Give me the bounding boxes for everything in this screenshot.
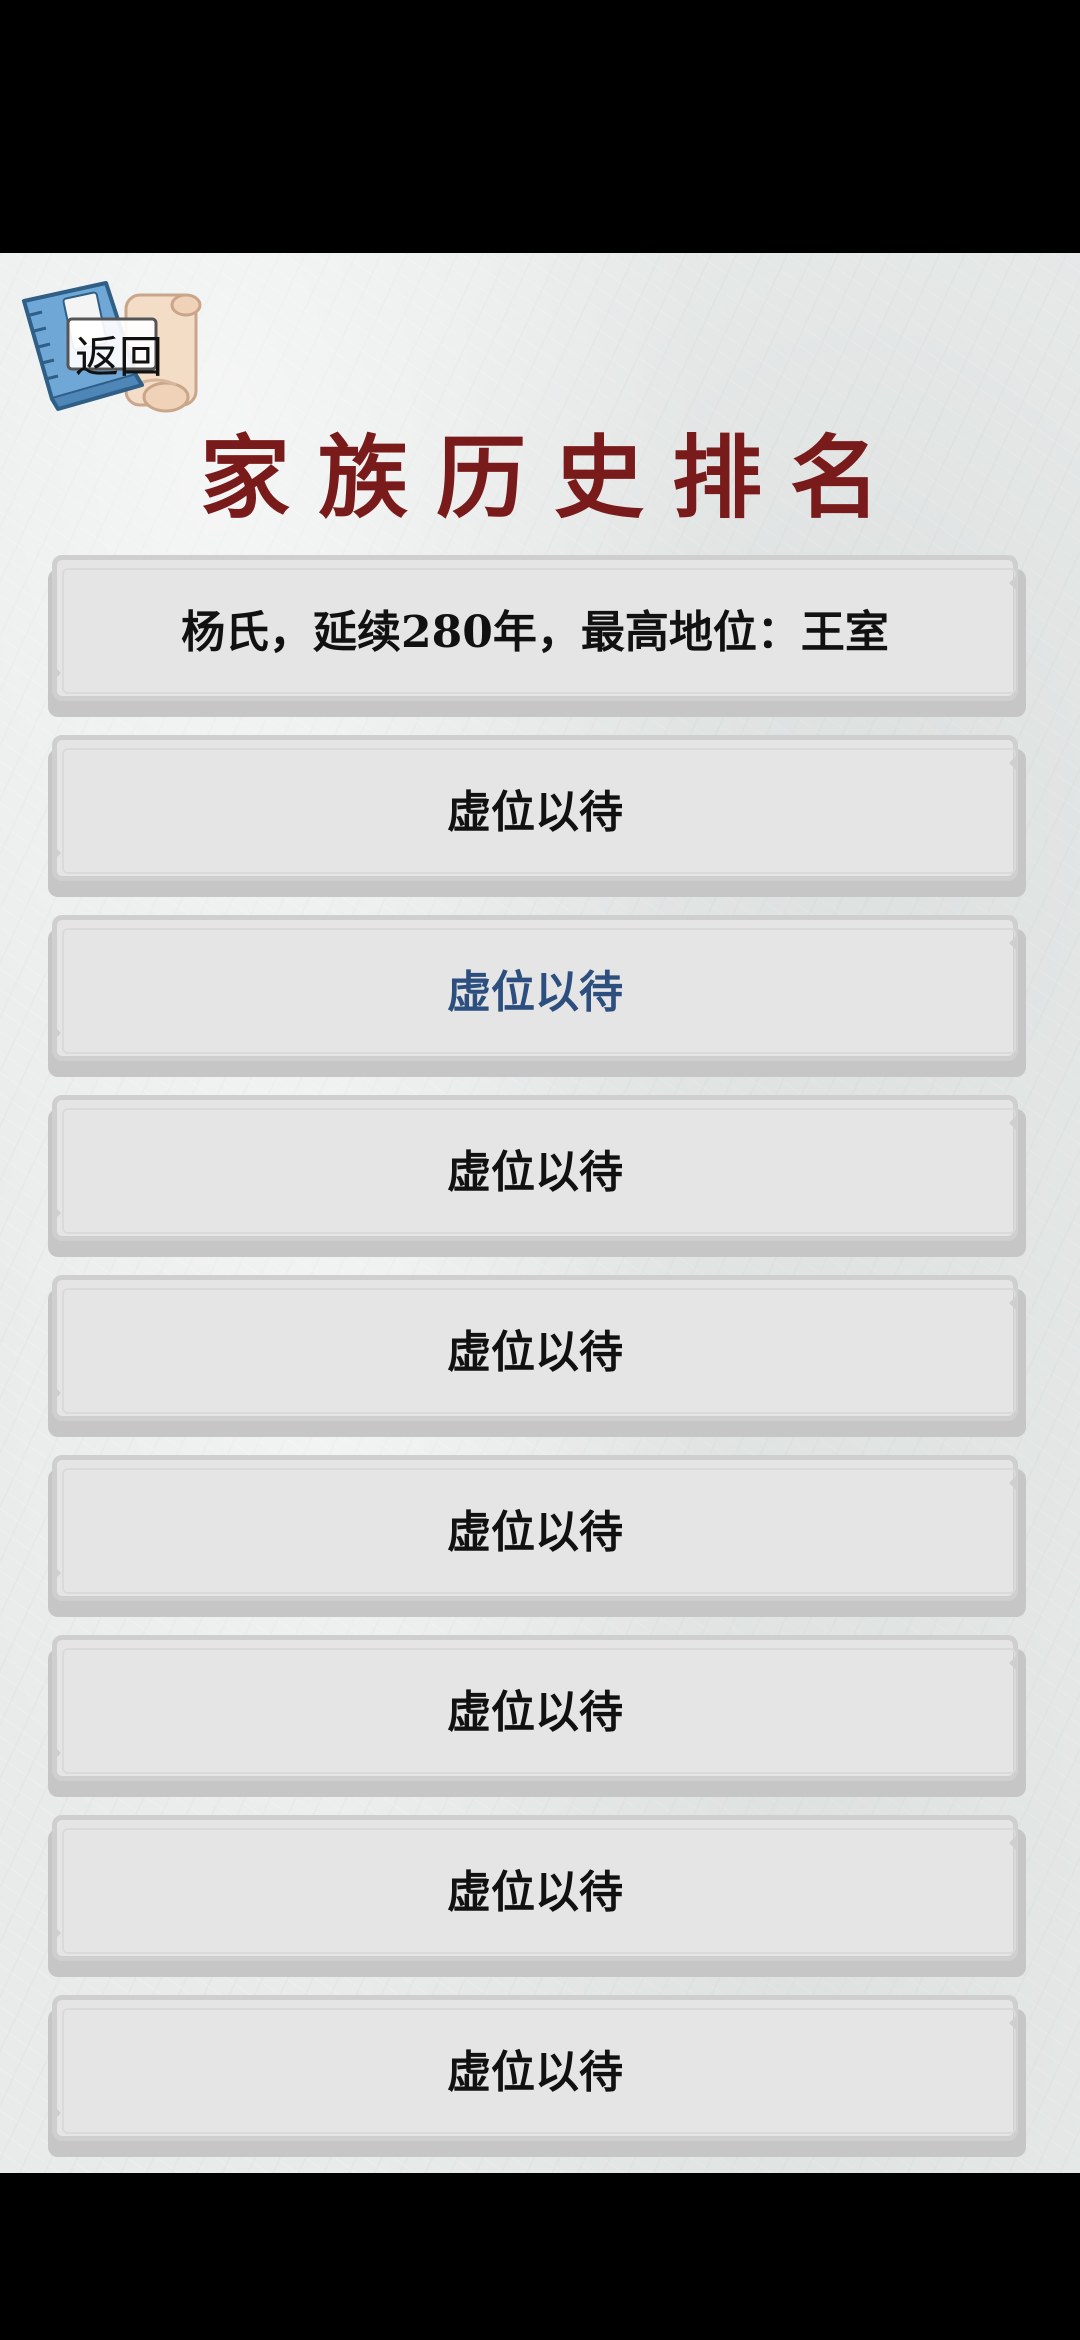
row-panel: 虚位以待	[52, 1275, 1018, 1421]
page-title: 家族历史排名	[200, 425, 908, 531]
ranking-row[interactable]: 虚位以待	[48, 1995, 1026, 2157]
panel-notch	[1009, 2014, 1018, 2032]
panel-notch	[52, 1024, 61, 1042]
panel-notch	[52, 1924, 61, 1942]
navigation-bar-area	[0, 2173, 1080, 2340]
ranking-row[interactable]: 虚位以待	[48, 1635, 1026, 1797]
back-label: 返回	[75, 332, 163, 383]
row-panel: 杨氏，延续280年，最高地位：王室	[52, 555, 1018, 701]
ranking-row[interactable]: 虚位以待	[48, 1815, 1026, 1977]
row-panel: 虚位以待	[52, 1995, 1018, 2141]
ranking-text: 杨氏，延续280年，最高地位：王室	[181, 607, 889, 658]
row-panel: 虚位以待	[52, 1815, 1018, 1961]
panel-notch	[1009, 1834, 1018, 1852]
panel-notch	[1009, 574, 1018, 592]
panel-notch	[52, 1744, 61, 1762]
paper-background: 返回 家族历史排名 杨氏，延续280年，最高地位：王室 虚位以待 虚位以待 虚位以待虚…	[0, 253, 1080, 2173]
row-panel: 虚位以待	[52, 1455, 1018, 1601]
panel-notch	[52, 844, 61, 862]
row-panel: 虚位以待	[52, 1095, 1018, 1241]
panel-notch	[1009, 1294, 1018, 1312]
ranking-text: 虚位以待	[447, 1327, 623, 1378]
status-bar-area	[0, 0, 1080, 253]
ranking-row[interactable]: 虚位以待	[48, 915, 1026, 1077]
panel-notch	[52, 2104, 61, 2122]
row-panel: 虚位以待	[52, 1635, 1018, 1781]
row-panel: 虚位以待	[52, 735, 1018, 881]
ranking-text: 虚位以待	[447, 1687, 623, 1738]
ranking-text: 虚位以待	[447, 2047, 623, 2098]
ranking-row[interactable]: 虚位以待	[48, 1275, 1026, 1437]
panel-notch	[1009, 1654, 1018, 1672]
ranking-list: 杨氏，延续280年，最高地位：王室 虚位以待 虚位以待 虚位以待 虚位以待 虚位以待 虚位以…	[48, 555, 1026, 2173]
ranking-row[interactable]: 虚位以待	[48, 1455, 1026, 1617]
app-screen: 返回 家族历史排名 杨氏，延续280年，最高地位：王室 虚位以待 虚位以待 虚位以待虚…	[0, 0, 1080, 2340]
panel-notch	[1009, 1474, 1018, 1492]
panel-notch	[52, 1384, 61, 1402]
ranking-row[interactable]: 虚位以待	[48, 1095, 1026, 1257]
panel-notch	[1009, 754, 1018, 772]
back-button[interactable]: 返回	[16, 275, 206, 420]
panel-notch	[52, 1204, 61, 1222]
ranking-text: 虚位以待	[447, 1147, 623, 1198]
ranking-text: 虚位以待	[447, 1507, 623, 1558]
panel-notch	[52, 1564, 61, 1582]
ranking-text: 虚位以待	[447, 1867, 623, 1918]
ranking-text: 虚位以待	[447, 967, 623, 1018]
ranking-row[interactable]: 杨氏，延续280年，最高地位：王室	[48, 555, 1026, 717]
panel-notch	[52, 664, 61, 682]
ranking-row[interactable]: 虚位以待	[48, 735, 1026, 897]
panel-notch	[1009, 934, 1018, 952]
panel-notch	[1009, 1114, 1018, 1132]
ranking-text: 虚位以待	[447, 787, 623, 838]
row-panel: 虚位以待	[52, 915, 1018, 1061]
